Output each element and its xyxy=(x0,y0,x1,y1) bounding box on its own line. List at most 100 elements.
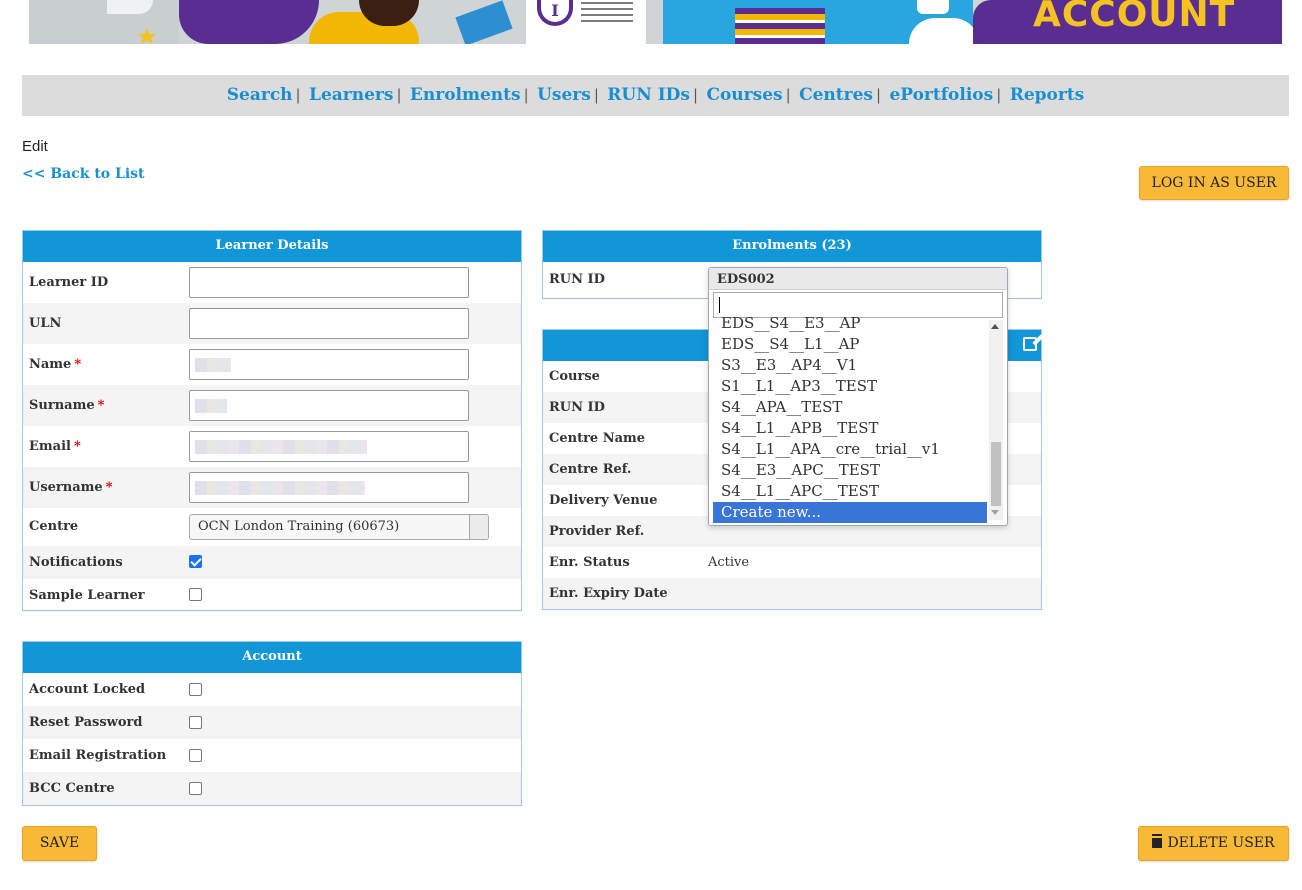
run-id-detail-label: RUN ID xyxy=(549,400,605,415)
delete-user-label: DELETE USER xyxy=(1167,835,1275,851)
course-label: Course xyxy=(549,369,600,384)
provider-ref-label: Provider Ref. xyxy=(549,524,645,539)
header-banner: I ACCOUNT xyxy=(29,0,1282,44)
nav-courses[interactable]: Courses xyxy=(706,85,782,105)
account-locked-label: Account Locked xyxy=(29,682,146,697)
nav-users[interactable]: Users xyxy=(537,85,591,105)
nav-separator: | xyxy=(692,86,699,104)
nav-enrolments[interactable]: Enrolments xyxy=(410,85,521,105)
name-label: Name * xyxy=(29,344,81,385)
nav-reports[interactable]: Reports xyxy=(1010,85,1085,105)
scroll-up-icon[interactable] xyxy=(991,324,999,329)
name-row: Name * xyxy=(23,344,521,385)
uln-input[interactable] xyxy=(189,308,469,339)
name-input[interactable] xyxy=(189,349,469,380)
learner-details-panel: Learner Details Learner ID ULN Name * Sur… xyxy=(22,230,522,611)
surname-input[interactable] xyxy=(189,390,469,421)
sample-learner-row: Sample Learner xyxy=(23,579,521,612)
centre-row: Centre OCN London Training (60673) xyxy=(23,508,521,546)
centre-name-label: Centre Name xyxy=(549,431,646,446)
redacted-value xyxy=(195,440,367,454)
nav-search[interactable]: Search xyxy=(227,85,293,105)
bcc-centre-checkbox[interactable] xyxy=(189,782,202,795)
edit-icon[interactable] xyxy=(1023,337,1037,351)
email-registration-row: Email Registration xyxy=(23,739,521,772)
nav-centres[interactable]: Centres xyxy=(799,85,873,105)
username-row: Username * xyxy=(23,467,521,508)
enr-status-row: Enr. Status Active xyxy=(543,547,1041,578)
account-locked-checkbox[interactable] xyxy=(189,683,202,696)
log-in-as-user-button[interactable]: LOG IN AS USER xyxy=(1139,166,1289,200)
run-id-option[interactable]: S4__L1__APA__cre__trial__v1 xyxy=(713,439,987,460)
enr-status-label: Enr. Status xyxy=(549,555,630,570)
reset-password-label: Reset Password xyxy=(29,715,143,730)
play-icon xyxy=(917,0,949,14)
delete-user-button[interactable]: DELETE USER xyxy=(1138,826,1289,861)
account-locked-row: Account Locked xyxy=(23,673,521,706)
nav-run-ids[interactable]: RUN IDs xyxy=(607,85,690,105)
run-id-option[interactable]: S3__E3__AP4__V1 xyxy=(713,355,987,376)
enr-status-value: Active xyxy=(708,555,750,570)
surname-row: Surname * xyxy=(23,385,521,426)
nav-separator: | xyxy=(295,86,301,104)
run-id-option[interactable]: S4__APA__TEST xyxy=(713,397,987,418)
centre-ref-label: Centre Ref. xyxy=(549,462,632,477)
enr-expiry-row: Enr. Expiry Date xyxy=(543,578,1041,609)
save-button[interactable]: SAVE xyxy=(22,826,97,861)
nav-separator: | xyxy=(785,86,791,104)
page-title: Edit xyxy=(22,138,48,155)
username-label-text: Username xyxy=(29,480,103,495)
book-pile-graphic xyxy=(735,8,825,44)
surname-label-text: Surname xyxy=(29,398,95,413)
centre-select[interactable]: OCN London Training (60673) xyxy=(189,514,489,540)
uln-row: ULN xyxy=(23,303,521,344)
required-marker: * xyxy=(74,357,82,372)
run-id-option[interactable]: EDS__S4__L1__AP xyxy=(713,334,987,355)
centre-select-value: OCN London Training (60673) xyxy=(198,519,400,534)
email-label: Email * xyxy=(29,426,81,467)
run-id-option[interactable]: S4__L1__APC__TEST xyxy=(713,481,987,502)
run-id-label: RUN ID xyxy=(549,272,605,287)
scrollbar-thumb[interactable] xyxy=(991,442,1001,506)
bcc-centre-row: BCC Centre xyxy=(23,772,521,805)
redacted-value xyxy=(195,358,231,372)
leaf-graphic xyxy=(107,0,153,14)
notifications-row: Notifications xyxy=(23,546,521,579)
run-id-option[interactable]: S4__E3__APC__TEST xyxy=(713,460,987,481)
delivery-venue-label: Delivery Venue xyxy=(549,493,658,508)
redacted-value xyxy=(195,481,365,495)
run-id-selected-value[interactable]: EDS002 xyxy=(709,268,1007,290)
reset-password-checkbox[interactable] xyxy=(189,716,202,729)
required-marker: * xyxy=(105,480,113,495)
account-header: Account xyxy=(23,642,521,673)
person-graphic xyxy=(179,0,319,44)
learner-details-header: Learner Details xyxy=(23,231,521,262)
run-id-option[interactable]: S1__L1__AP3__TEST xyxy=(713,376,987,397)
bcc-centre-label: BCC Centre xyxy=(29,781,115,796)
username-label: Username * xyxy=(29,467,113,508)
scroll-down-icon[interactable] xyxy=(991,510,999,515)
sample-learner-checkbox[interactable] xyxy=(189,588,202,601)
redacted-value xyxy=(195,399,227,413)
notifications-checkbox[interactable] xyxy=(189,555,202,568)
learner-id-input[interactable] xyxy=(189,267,469,298)
account-panel: Account Account Locked Reset Password Em… xyxy=(22,641,522,806)
nav-eportfolios[interactable]: ePortfolios xyxy=(889,85,993,105)
trash-icon xyxy=(1152,836,1163,848)
create-new-option[interactable]: Create new... xyxy=(713,502,987,523)
run-id-option[interactable]: S4__L1__APB__TEST xyxy=(713,418,987,439)
back-to-list-link[interactable]: << Back to List xyxy=(22,166,145,182)
centre-label: Centre xyxy=(29,519,79,534)
run-id-option[interactable]: EDS__S4__E3__AP xyxy=(713,313,987,334)
document-lines-graphic xyxy=(581,2,633,22)
run-id-dropdown[interactable]: EDS002 EDS__S4__E3__AP EDS__S4__L1__AP S… xyxy=(708,267,1008,526)
enr-expiry-label: Enr. Expiry Date xyxy=(549,586,668,601)
email-registration-checkbox[interactable] xyxy=(189,749,202,762)
required-marker: * xyxy=(97,398,105,413)
main-nav: Search | Learners | Enrolments | Users | RUN… xyxy=(22,75,1289,116)
nav-separator: | xyxy=(593,86,599,104)
sample-learner-label: Sample Learner xyxy=(29,588,145,603)
learner-id-label: Learner ID xyxy=(29,275,109,290)
notifications-label: Notifications xyxy=(29,555,123,570)
nav-learners[interactable]: Learners xyxy=(309,85,393,105)
